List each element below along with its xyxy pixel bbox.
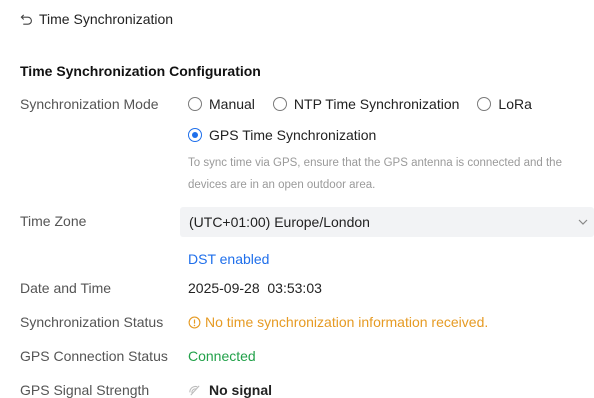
gps-connection-label: GPS Connection Status [20,348,168,364]
gps-signal-value: No signal [188,382,272,398]
chevron-down-icon [578,219,588,225]
time-zone-select[interactable]: (UTC+01:00) Europe/London [180,207,594,237]
radio-gps-circle[interactable] [188,128,202,142]
radio-manual-circle[interactable] [188,97,202,111]
back-arrow-icon[interactable] [20,13,33,26]
sync-mode-radio-group-row2: GPS Time Synchronization [188,127,394,143]
date-time-label: Date and Time [20,280,112,296]
dst-enabled-link[interactable]: DST enabled [188,251,269,267]
sync-mode-label: Synchronization Mode [20,96,159,112]
page-header: Time Synchronization [20,11,173,27]
date-time-value: 2025-09-28 03:53:03 [188,280,322,296]
gps-connection-value: Connected [188,348,256,364]
gps-hint-text: To sync time via GPS, ensure that the GP… [188,157,562,191]
radio-ntp[interactable]: NTP Time Synchronization [272,96,459,112]
radio-ntp-circle[interactable] [272,97,287,111]
radio-gps-label[interactable]: GPS Time Synchronization [209,127,376,143]
sync-status-text: No time synchronization information rece… [205,314,489,330]
radio-manual-label[interactable]: Manual [209,96,255,112]
section-title: Time Synchronization Configuration [20,63,261,79]
radio-gps[interactable]: GPS Time Synchronization [188,127,376,143]
time-zone-label: Time Zone [20,213,87,229]
radio-lora-label[interactable]: LoRa [498,96,531,112]
time-zone-value: (UTC+01:00) Europe/London [189,214,370,230]
gps-signal-label: GPS Signal Strength [20,382,150,398]
sync-status-label: Synchronization Status [20,314,164,330]
radio-lora-circle[interactable] [477,97,492,111]
sync-status-value: No time synchronization information rece… [188,314,488,330]
radio-lora[interactable]: LoRa [477,96,532,112]
radio-ntp-label[interactable]: NTP Time Synchronization [294,96,459,112]
sync-mode-radio-group: Manual NTP Time Synchronization LoRa [188,96,550,112]
warning-circle-icon [188,316,201,328]
gps-signal-text: No signal [209,382,273,398]
radio-manual[interactable]: Manual [188,96,255,112]
page-title: Time Synchronization [39,11,174,27]
no-signal-icon [189,385,200,395]
